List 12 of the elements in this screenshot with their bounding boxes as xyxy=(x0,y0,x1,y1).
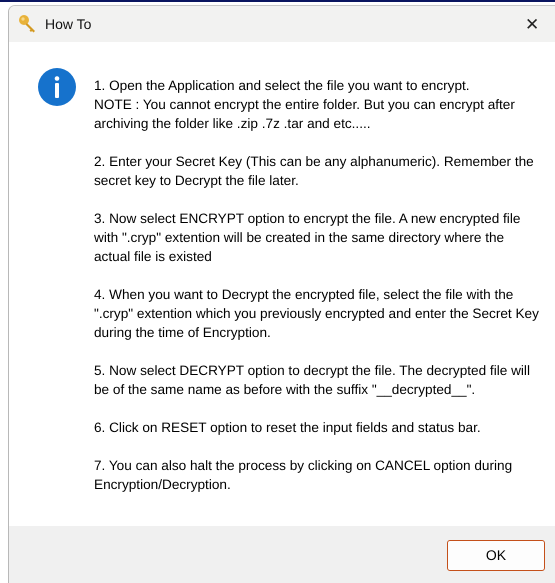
instruction-paragraph: 3. Now select ENCRYPT option to encrypt the file. A new encrypted file with ".cryp" extention will be created in the same directory where the actual file is existed xyxy=(94,210,522,266)
instruction-paragraph: 1. Open the Application and select the file you want to encrypt. NOTE : You cannot encrypt the entire folder. But you can encrypt after archiving the folder like .zip .7z .tar and etc..... xyxy=(94,77,516,133)
instruction-paragraph: 2. Enter your Secret Key (This can be any alphanumeric). Remember the secret key to Decrypt the file later. xyxy=(94,153,535,190)
instruction-paragraph: 5. Now select DECRYPT option to decrypt the file. The decrypted file will be of the same name as before with the suffix "__decrypted__". xyxy=(94,362,531,399)
window-title: How To xyxy=(45,16,92,32)
close-button[interactable]: ✕ xyxy=(509,6,555,42)
instruction-paragraph: 6. Click on RESET option to reset the input fields and status bar. xyxy=(94,419,482,437)
info-icon xyxy=(38,68,76,106)
instruction-paragraph: 4. When you want to Decrypt the encrypted file, select the file with the ".cryp" extention which you previously encrypted and enter the Secret Key during the time of Encryption. xyxy=(94,286,539,342)
ok-button[interactable]: OK xyxy=(447,540,545,570)
key-icon xyxy=(18,14,38,34)
instruction-paragraph: 7. You can also halt the process by clicking on CANCEL option during Encryption/Decryption. xyxy=(94,457,514,494)
